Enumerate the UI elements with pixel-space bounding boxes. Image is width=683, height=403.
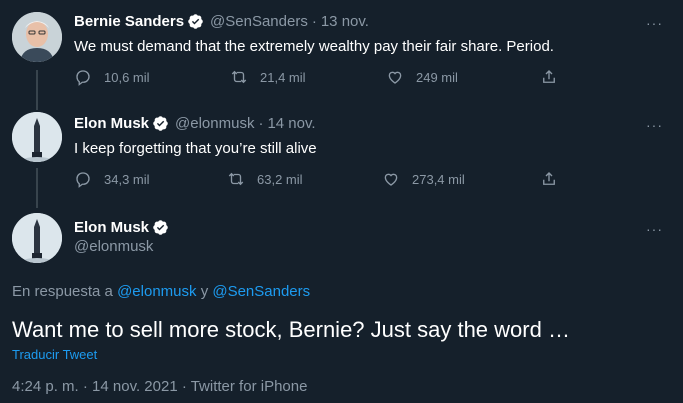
more-options-icon[interactable]: ··· <box>646 15 663 31</box>
reply-button[interactable]: 10,6 mil <box>74 68 150 86</box>
avatar[interactable] <box>12 12 62 62</box>
share-icon <box>543 70 555 83</box>
tweet-text: I keep forgetting that you’re still aliv… <box>74 140 317 157</box>
separator-dot: · <box>311 13 317 30</box>
bernie-avatar-image <box>12 12 62 62</box>
elon-avatar-image <box>12 112 62 162</box>
share-button[interactable] <box>540 68 558 86</box>
reply-prefix: En respuesta a <box>12 283 113 300</box>
like-button[interactable]: 273,4 mil <box>382 170 465 188</box>
retweet-count: 63,2 mil <box>257 171 303 187</box>
tweet-actions: 34,3 mil 63,2 mil 273,4 mil <box>74 170 564 190</box>
tweet-time[interactable]: 13 nov. <box>321 13 369 30</box>
retweet-button[interactable]: 63,2 mil <box>227 170 303 188</box>
more-options-icon[interactable]: ··· <box>646 221 663 237</box>
reply-icon <box>76 172 90 188</box>
verified-icon <box>188 14 203 29</box>
like-count: 273,4 mil <box>412 171 465 187</box>
avatar[interactable] <box>12 112 62 162</box>
author-name[interactable]: Elon Musk <box>74 115 149 132</box>
like-button[interactable]: 249 mil <box>386 68 458 86</box>
thread-line <box>36 168 38 208</box>
share-icon <box>543 172 555 185</box>
tweet-actions: 10,6 mil 21,4 mil 249 mil <box>74 68 564 88</box>
retweet-icon <box>231 70 247 84</box>
heart-icon <box>384 173 398 186</box>
avatar[interactable] <box>12 213 62 263</box>
tweet-text: We must demand that the extremely wealth… <box>74 38 554 55</box>
author-name[interactable]: Elon Musk <box>74 219 149 236</box>
translate-tweet-link[interactable]: Traducir Tweet <box>12 347 97 362</box>
retweet-icon <box>228 172 244 186</box>
elon-avatar-image <box>12 213 62 263</box>
tweet-header: Elon Musk @elonmusk · 14 nov. <box>74 115 316 132</box>
author-handle[interactable]: @elonmusk <box>74 238 153 255</box>
more-options-icon[interactable]: ··· <box>646 117 663 133</box>
share-button[interactable] <box>540 170 558 188</box>
author-handle[interactable]: @elonmusk <box>175 115 254 132</box>
separator-dot: · <box>258 115 264 132</box>
author-handle[interactable]: @SenSanders <box>210 13 308 30</box>
reply-icon <box>76 70 90 86</box>
retweet-button[interactable]: 21,4 mil <box>230 68 306 86</box>
reply-count: 10,6 mil <box>104 69 150 85</box>
reply-joiner: y <box>200 283 209 300</box>
retweet-count: 21,4 mil <box>260 69 306 85</box>
reply-count: 34,3 mil <box>104 171 150 187</box>
mention-link[interactable]: @elonmusk <box>117 283 196 300</box>
like-count: 249 mil <box>416 69 458 85</box>
thread-line <box>36 70 38 110</box>
tweet-metadata[interactable]: 4:24 p. m. · 14 nov. 2021 · Twitter for … <box>12 378 307 395</box>
tweet-header: Elon Musk <box>74 219 175 236</box>
heart-icon <box>388 71 402 84</box>
verified-icon <box>153 220 168 235</box>
tweet-header: Bernie Sanders @SenSanders · 13 nov. <box>74 13 369 30</box>
reply-context: En respuesta a @elonmusk y @SenSanders <box>12 283 310 300</box>
mention-link[interactable]: @SenSanders <box>212 283 310 300</box>
verified-icon <box>153 116 168 131</box>
author-name[interactable]: Bernie Sanders <box>74 13 184 30</box>
tweet-time[interactable]: 14 nov. <box>267 115 315 132</box>
reply-button[interactable]: 34,3 mil <box>74 170 150 188</box>
focused-tweet-text: Want me to sell more stock, Bernie? Just… <box>12 317 570 342</box>
